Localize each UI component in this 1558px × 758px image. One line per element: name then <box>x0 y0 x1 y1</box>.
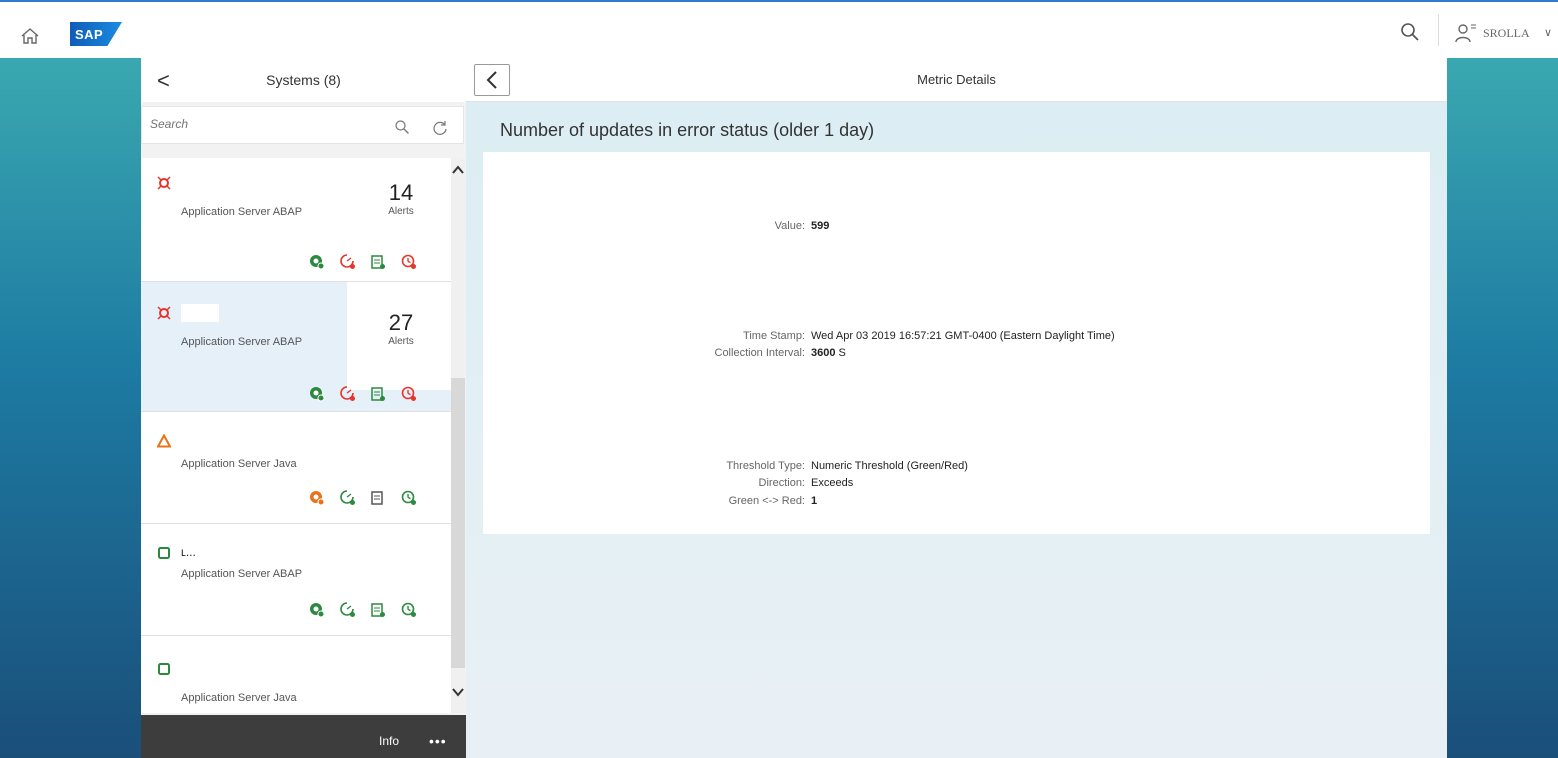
system-kpi-icons <box>309 386 449 406</box>
systems-title: Systems (8) <box>266 72 341 88</box>
exceptions-icon[interactable] <box>401 386 417 402</box>
system-name: Application Server ABAP <box>181 568 303 580</box>
interval-value: 3600 <box>811 347 836 359</box>
list-item[interactable]: Application Server Java <box>141 412 451 524</box>
system-kpi-icons <box>309 490 449 510</box>
critical-status-icon <box>157 176 171 195</box>
configuration-icon[interactable] <box>370 386 386 402</box>
search-icon[interactable] <box>394 119 410 135</box>
alert-count-label: Alerts <box>388 336 414 347</box>
green-red-label: Green <-> Red: <box>728 495 805 507</box>
timestamp-label: Time Stamp: <box>743 330 805 342</box>
detail-header: Metric Details <box>466 58 1447 102</box>
systems-panel: < Systems (8) Application Server ABAP 14… <box>141 58 466 758</box>
shell-bar: SAP SROLLA ∨ <box>0 0 1558 58</box>
performance-icon[interactable] <box>340 254 356 270</box>
redacted-system-id <box>181 304 219 322</box>
alert-count-label: Alerts <box>388 206 414 217</box>
timestamp-row: Time Stamp: Wed Apr 03 2019 16:57:21 GMT… <box>483 330 1430 346</box>
value-field: 599 <box>811 220 829 232</box>
performance-icon[interactable] <box>340 602 356 618</box>
list-item[interactable]: Application Server Java <box>141 636 451 713</box>
exceptions-icon[interactable] <box>401 254 417 270</box>
exceptions-icon[interactable] <box>401 490 417 506</box>
metric-details-panel: Metric Details Number of updates in erro… <box>466 58 1447 758</box>
performance-icon[interactable] <box>340 490 356 506</box>
interval-row: Collection Interval: 3600 S <box>483 347 1430 363</box>
performance-icon[interactable] <box>340 386 356 402</box>
timestamp-value: Wed Apr 03 2019 16:57:21 GMT-0400 (Easte… <box>811 330 1115 342</box>
direction-label: Direction: <box>758 477 805 489</box>
sap-logo[interactable]: SAP <box>70 22 122 46</box>
search-bar <box>141 102 466 150</box>
configuration-icon[interactable] <box>370 602 386 618</box>
info-button[interactable]: Info <box>379 734 399 748</box>
system-kpi-icons <box>309 254 449 274</box>
list-item[interactable]: Application Server ABAP 14 Alerts <box>141 158 451 282</box>
threshold-type-value: Numeric Threshold (Green/Red) <box>811 460 968 472</box>
green-red-value: 1 <box>811 495 818 507</box>
shell-separator <box>1438 14 1439 46</box>
alert-count: 14 <box>388 180 414 205</box>
value-row: Value: 599 <box>483 220 1430 236</box>
list-scrollbar-thumb[interactable] <box>451 378 465 668</box>
interval-field: 3600 S <box>811 347 846 359</box>
value-label: Value: <box>774 220 805 232</box>
green-red-field: 1 <box>811 495 817 507</box>
system-name: Application Server ABAP <box>181 206 303 218</box>
systems-header: < Systems (8) <box>141 58 466 102</box>
interval-unit: S <box>838 347 846 359</box>
critical-status-icon <box>157 306 171 325</box>
availability-icon[interactable] <box>309 602 325 618</box>
system-name: Application Server Java <box>181 458 297 470</box>
availability-icon[interactable] <box>309 254 325 270</box>
system-kpi-icons <box>309 602 449 622</box>
panel-footer: Info ••• <box>141 715 466 758</box>
search-icon[interactable] <box>1400 22 1420 42</box>
user-menu-chevron-icon[interactable]: ∨ <box>1544 26 1552 39</box>
metric-card: Value: 599 Time Stamp: Wed Apr 03 2019 1… <box>483 152 1430 534</box>
system-name: Application Server ABAP <box>181 336 303 348</box>
interval-label: Collection Interval: <box>714 347 806 359</box>
configuration-icon[interactable] <box>370 254 386 270</box>
scroll-down-icon[interactable] <box>452 686 464 700</box>
systems-list: Application Server ABAP 14 Alerts Applic… <box>141 158 451 713</box>
metric-title: Number of updates in error status (older… <box>500 120 875 140</box>
system-name: Application Server Java <box>181 692 297 704</box>
alert-count: 27 <box>388 310 414 335</box>
list-item-selected[interactable]: Application Server ABAP 27 Alerts <box>141 282 451 412</box>
system-title-fragment: ʟ... <box>181 545 196 559</box>
ok-status-icon <box>157 546 171 565</box>
threshold-type-row: Threshold Type: Numeric Threshold (Green… <box>483 460 1430 476</box>
value-number: 599 <box>811 220 830 232</box>
warning-status-icon <box>156 433 172 453</box>
threshold-type-label: Threshold Type: <box>726 460 805 472</box>
search-input[interactable] <box>150 117 350 131</box>
configuration-icon[interactable] <box>370 490 386 506</box>
refresh-icon[interactable] <box>431 119 449 137</box>
list-item[interactable]: ʟ... Application Server ABAP <box>141 524 451 636</box>
availability-icon[interactable] <box>309 386 325 402</box>
direction-row: Direction: Exceeds <box>483 477 1430 493</box>
home-icon[interactable] <box>20 26 40 50</box>
direction-value: Exceeds <box>811 477 854 489</box>
more-options-icon[interactable]: ••• <box>429 733 447 749</box>
user-name[interactable]: SROLLA <box>1483 26 1530 41</box>
detail-title: Metric Details <box>917 72 996 87</box>
ok-status-icon <box>157 662 171 681</box>
scroll-up-icon[interactable] <box>452 164 464 178</box>
exceptions-icon[interactable] <box>401 602 417 618</box>
search-box <box>141 106 464 144</box>
user-icon[interactable] <box>1455 22 1477 44</box>
availability-icon[interactable] <box>309 490 325 506</box>
green-red-row: Green <-> Red: 1 <box>483 495 1430 511</box>
